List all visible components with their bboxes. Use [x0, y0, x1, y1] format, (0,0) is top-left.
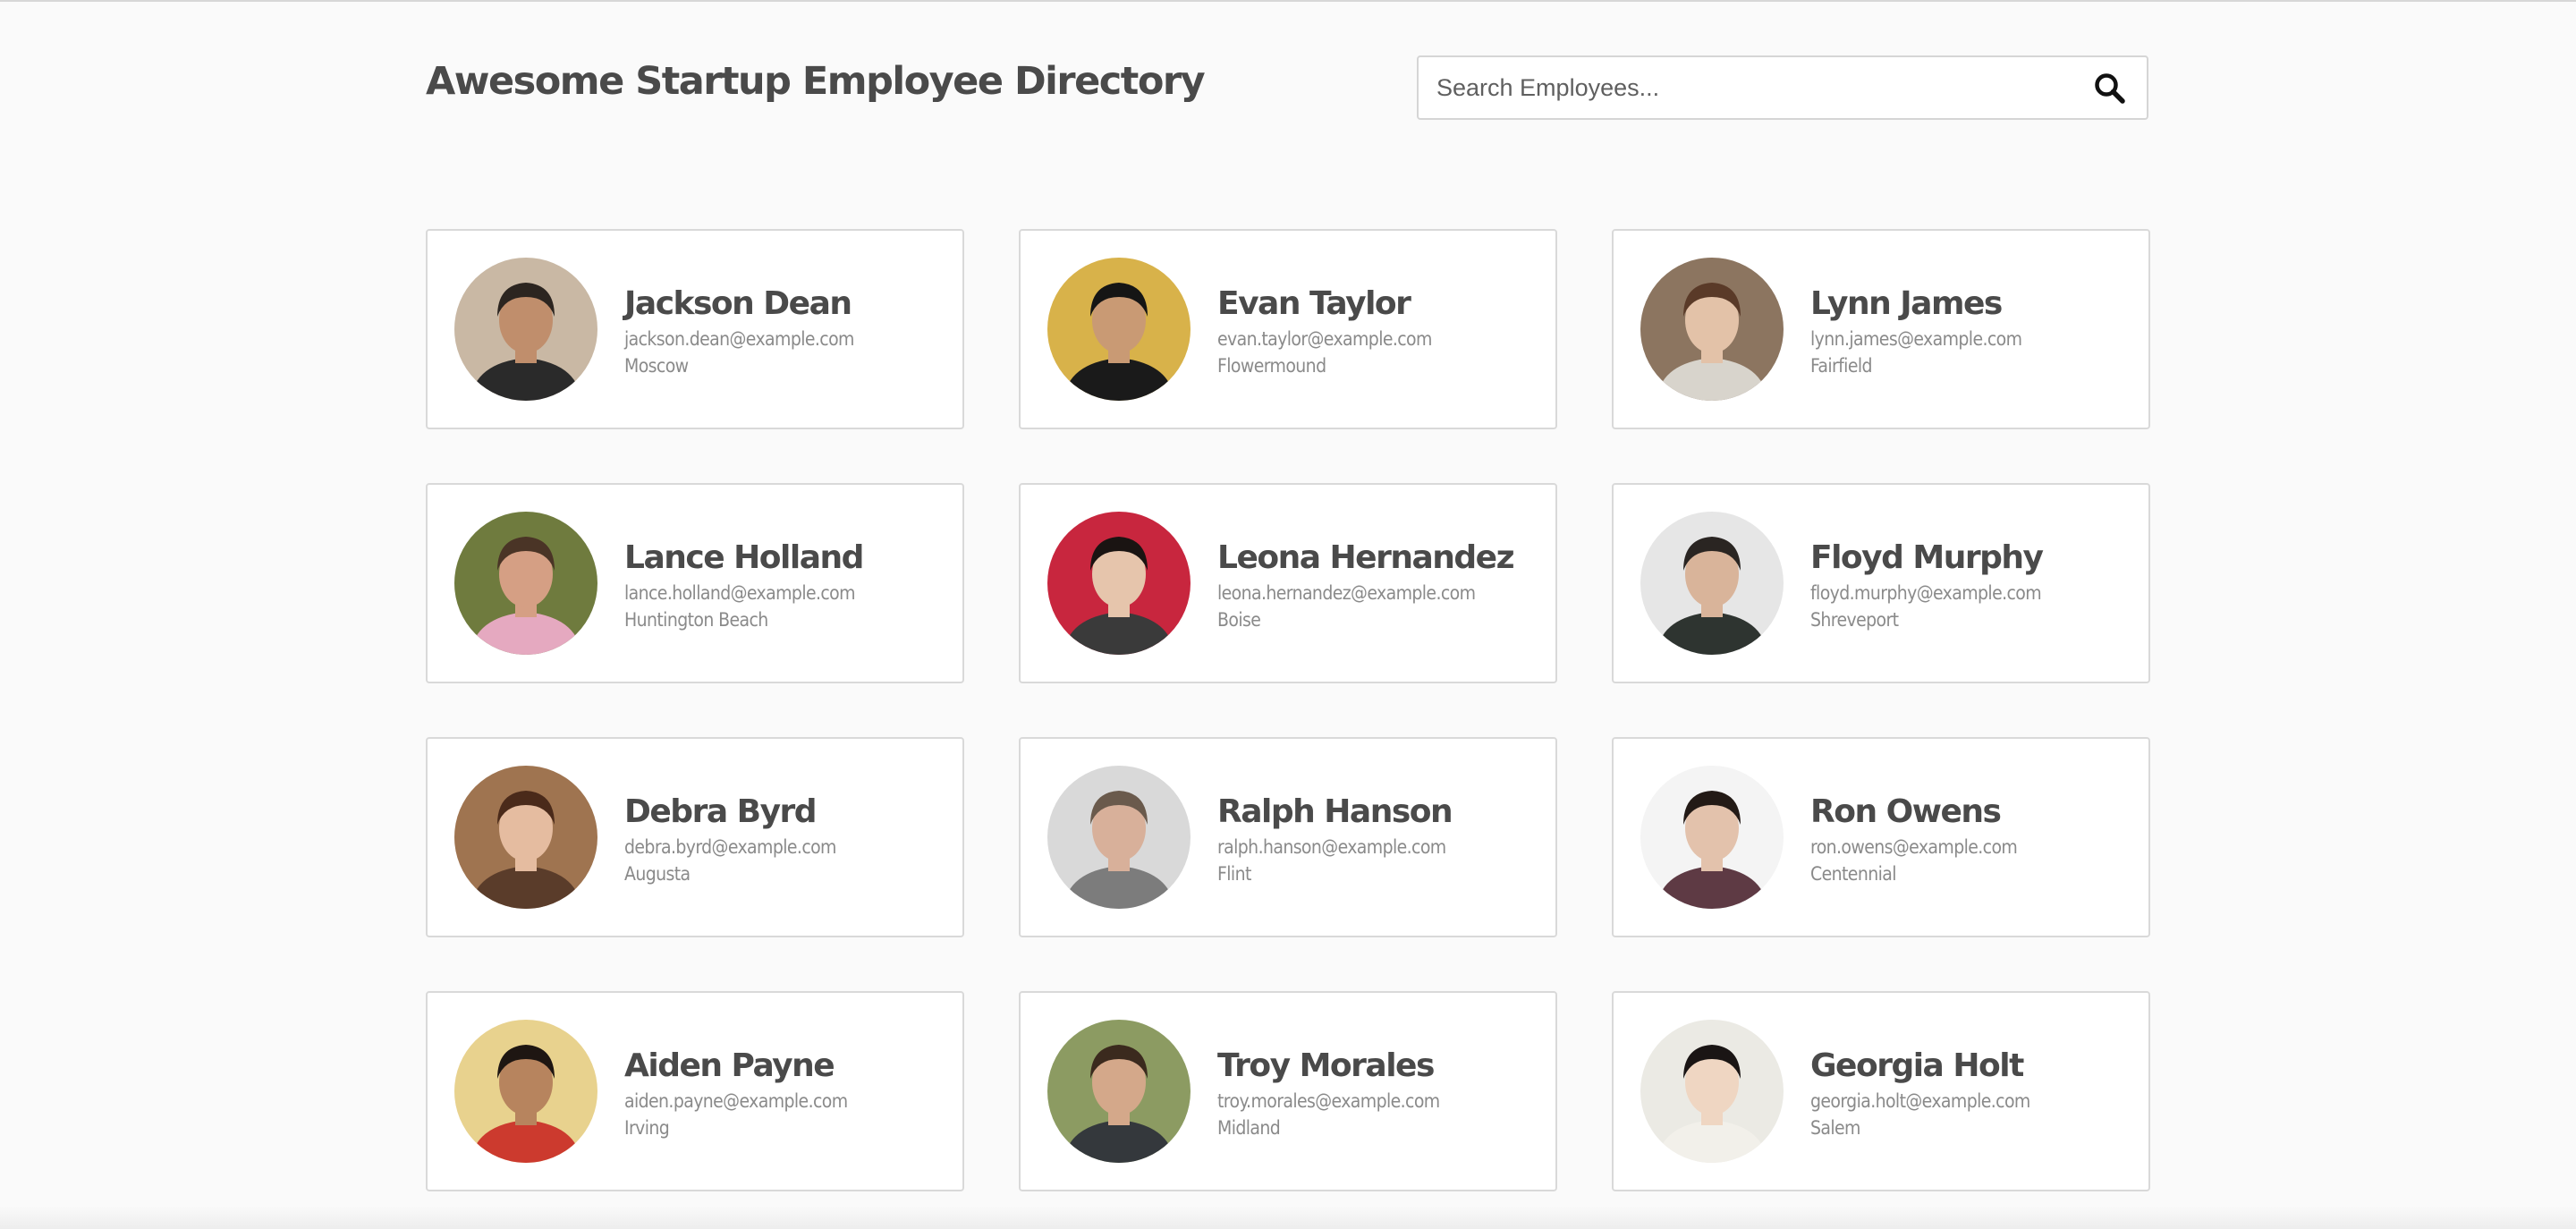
employee-city: Fairfield: [1810, 355, 1873, 377]
employee-info: Troy Morales troy.morales@example.com Midl…: [1217, 1045, 1546, 1141]
employee-email: georgia.holt@example.com: [1810, 1090, 2030, 1112]
employee-name: Evan Taylor: [1217, 285, 1411, 322]
search-button[interactable]: [2093, 72, 2127, 106]
employee-name: Lance Holland: [624, 539, 864, 576]
employee-avatar: [1640, 258, 1784, 401]
bottom-fade: [0, 1206, 2576, 1229]
employee-avatar: [1047, 1020, 1191, 1163]
employee-city: Huntington Beach: [624, 609, 768, 631]
employee-card[interactable]: Ralph Hanson ralph.hanson@example.com Flin…: [1019, 737, 1557, 937]
search-form: [1417, 55, 2148, 120]
employee-email: troy.morales@example.com: [1217, 1090, 1440, 1112]
employee-city: Salem: [1810, 1117, 1860, 1139]
employee-card[interactable]: Troy Morales troy.morales@example.com Midl…: [1019, 991, 1557, 1191]
employee-info: Georgia Holt georgia.holt@example.com Sale…: [1810, 1045, 2140, 1141]
employee-card[interactable]: Lynn James lynn.james@example.com Fairfiel…: [1612, 229, 2150, 429]
employee-info: Aiden Payne aiden.payne@example.com Irving: [624, 1045, 953, 1141]
employee-card[interactable]: Aiden Payne aiden.payne@example.com Irving: [426, 991, 964, 1191]
employee-email: aiden.payne@example.com: [624, 1090, 848, 1112]
employee-info: Lynn James lynn.james@example.com Fairfiel…: [1810, 283, 2140, 379]
top-border: [0, 0, 2576, 2]
employee-info: Jackson Dean jackson.dean@example.com Mosc…: [624, 283, 953, 379]
employee-card[interactable]: Jackson Dean jackson.dean@example.com Mosc…: [426, 229, 964, 429]
employee-avatar: [1047, 512, 1191, 655]
employee-name: Leona Hernandez: [1217, 539, 1515, 576]
employee-email: ron.owens@example.com: [1810, 836, 2018, 858]
employee-avatar: [1640, 766, 1784, 909]
employee-name: Debra Byrd: [624, 793, 818, 830]
employee-avatar: [454, 766, 597, 909]
employee-info: Lance Holland lance.holland@example.com Hu…: [624, 537, 953, 633]
employee-avatar: [454, 512, 597, 655]
employee-info: Ron Owens ron.owens@example.com Centennial: [1810, 791, 2140, 887]
employee-name: Ron Owens: [1810, 793, 2002, 830]
employee-card[interactable]: Ron Owens ron.owens@example.com Centennial: [1612, 737, 2150, 937]
employee-email: leona.hernandez@example.com: [1217, 582, 1476, 604]
employee-card[interactable]: Debra Byrd debra.byrd@example.com Augusta: [426, 737, 964, 937]
page-title: Awesome Startup Employee Directory: [426, 59, 1206, 104]
employee-email: debra.byrd@example.com: [624, 836, 836, 858]
employee-name: Aiden Payne: [624, 1047, 835, 1084]
employee-info: Leona Hernandez leona.hernandez@example.c…: [1217, 537, 1546, 633]
employee-info: Ralph Hanson ralph.hanson@example.com Flin…: [1217, 791, 1546, 887]
search-input[interactable]: [1436, 57, 2063, 118]
employee-name: Lynn James: [1810, 285, 2003, 322]
employee-info: Floyd Murphy floyd.murphy@example.com Shre…: [1810, 537, 2140, 633]
employee-avatar: [454, 1020, 597, 1163]
employee-city: Boise: [1217, 609, 1261, 631]
employee-name: Georgia Holt: [1810, 1047, 2024, 1084]
employee-name: Ralph Hanson: [1217, 793, 1453, 830]
employee-info: Debra Byrd debra.byrd@example.com Augusta: [624, 791, 953, 887]
employee-city: Augusta: [624, 863, 691, 885]
employee-name: Floyd Murphy: [1810, 539, 2044, 576]
employee-city: Shreveport: [1810, 609, 1899, 631]
employee-avatar: [454, 258, 597, 401]
employee-email: lynn.james@example.com: [1810, 328, 2022, 350]
employee-avatar: [1047, 258, 1191, 401]
employee-city: Moscow: [624, 355, 689, 377]
employee-avatar: [1640, 512, 1784, 655]
employee-city: Midland: [1217, 1117, 1281, 1139]
employee-info: Evan Taylor evan.taylor@example.com Flower…: [1217, 283, 1546, 379]
employee-city: Flint: [1217, 863, 1251, 885]
employee-card[interactable]: Lance Holland lance.holland@example.com Hu…: [426, 483, 964, 683]
employee-grid: Jackson Dean jackson.dean@example.com Mosc…: [426, 229, 2150, 1191]
employee-card[interactable]: Evan Taylor evan.taylor@example.com Flower…: [1019, 229, 1557, 429]
employee-avatar: [1047, 766, 1191, 909]
employee-email: evan.taylor@example.com: [1217, 328, 1432, 350]
employee-card[interactable]: Floyd Murphy floyd.murphy@example.com Shre…: [1612, 483, 2150, 683]
employee-email: jackson.dean@example.com: [624, 328, 854, 350]
employee-name: Troy Morales: [1217, 1047, 1435, 1084]
employee-city: Flowermound: [1217, 355, 1326, 377]
employee-city: Centennial: [1810, 863, 1896, 885]
employee-email: floyd.murphy@example.com: [1810, 582, 2042, 604]
employee-city: Irving: [624, 1117, 670, 1139]
employee-email: ralph.hanson@example.com: [1217, 836, 1446, 858]
employee-card[interactable]: Leona Hernandez leona.hernandez@example.c…: [1019, 483, 1557, 683]
search-icon: [2095, 73, 2125, 104]
employee-email: lance.holland@example.com: [624, 582, 856, 604]
employee-card[interactable]: Georgia Holt georgia.holt@example.com Sale…: [1612, 991, 2150, 1191]
employee-avatar: [1640, 1020, 1784, 1163]
employee-name: Jackson Dean: [624, 285, 852, 322]
